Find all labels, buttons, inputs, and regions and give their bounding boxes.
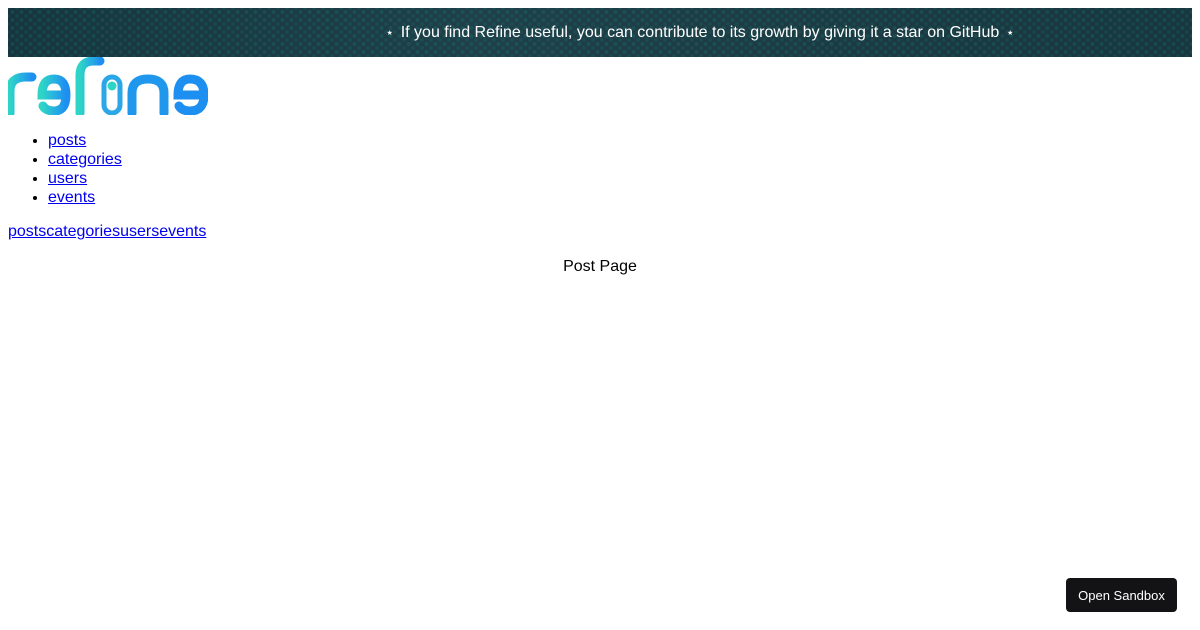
nav-list-item: users bbox=[48, 169, 1192, 188]
page-title: Post Page bbox=[563, 258, 637, 275]
sidebar-nav-list: posts categories users events bbox=[8, 131, 1192, 207]
nav-link-categories[interactable]: categories bbox=[48, 151, 122, 168]
page: ⭑ If you find Refine useful, you can con… bbox=[0, 0, 1200, 284]
inline-link-posts[interactable]: posts bbox=[8, 223, 46, 240]
inline-link-users[interactable]: users bbox=[120, 223, 159, 240]
inline-nav: postscategoriesusersevents bbox=[8, 223, 1192, 241]
inline-link-events[interactable]: events bbox=[159, 223, 206, 240]
nav-list-item: categories bbox=[48, 150, 1192, 169]
nav-link-events[interactable]: events bbox=[48, 189, 95, 206]
nav-link-users[interactable]: users bbox=[48, 170, 87, 187]
star-icon-right: ⭑ bbox=[1007, 27, 1014, 39]
github-star-banner[interactable]: ⭑ If you find Refine useful, you can con… bbox=[8, 8, 1192, 57]
nav-list-item: posts bbox=[48, 131, 1192, 150]
nav-list-item: events bbox=[48, 188, 1192, 207]
banner-text: If you find Refine useful, you can contr… bbox=[400, 23, 1000, 41]
open-sandbox-button[interactable]: Open Sandbox bbox=[1066, 578, 1177, 612]
star-icon-left: ⭑ bbox=[386, 27, 393, 39]
refine-logo bbox=[8, 57, 208, 115]
inline-link-categories[interactable]: categories bbox=[46, 223, 120, 240]
nav-link-posts[interactable]: posts bbox=[48, 132, 86, 149]
